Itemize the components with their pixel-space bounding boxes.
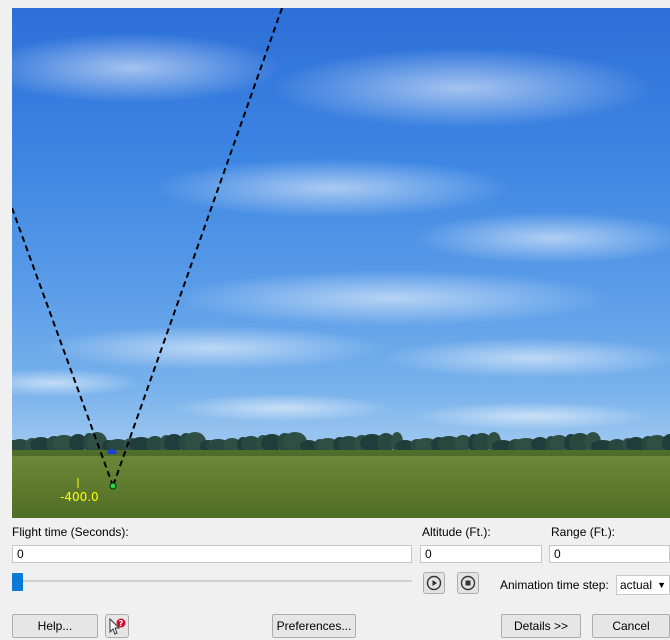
cloud	[412, 212, 670, 264]
whats-this-help-icon: ?	[109, 617, 126, 635]
details-button[interactable]: Details >>	[501, 614, 581, 638]
stop-icon	[460, 575, 476, 591]
svg-text:?: ?	[119, 619, 124, 628]
altitude-marker-label: -400.0	[60, 490, 99, 504]
cloud	[12, 369, 142, 397]
cloud	[12, 33, 282, 103]
range-label: Range (Ft.):	[551, 525, 616, 539]
flight-time-label: Flight time (Seconds):	[12, 525, 129, 539]
dropdown-arrow-icon: ▼	[657, 580, 666, 590]
help-button[interactable]: Help...	[12, 614, 98, 638]
cancel-button[interactable]: Cancel	[592, 614, 670, 638]
animation-step-label: Animation time step:	[500, 578, 609, 592]
flight-time-field[interactable]: 0	[12, 545, 412, 563]
context-help-button[interactable]: ?	[105, 614, 129, 638]
animation-step-select[interactable]: actual ▼	[616, 575, 670, 595]
flight-time-slider-track[interactable]	[12, 580, 412, 582]
flight-time-slider-thumb[interactable]	[12, 573, 23, 591]
tree-line	[12, 432, 670, 452]
altitude-label: Altitude (Ft.):	[422, 525, 491, 539]
stop-button[interactable]	[457, 572, 479, 594]
cloud	[272, 48, 652, 128]
play-icon	[426, 575, 442, 591]
cloud	[152, 158, 512, 218]
flight-visualization-view[interactable]: -400.0	[12, 8, 670, 518]
cloud	[172, 270, 612, 326]
range-field[interactable]: 0	[549, 545, 670, 563]
play-button[interactable]	[423, 572, 445, 594]
preferences-button[interactable]: Preferences...	[272, 614, 356, 638]
cloud	[382, 338, 670, 378]
cloud	[172, 394, 392, 422]
cloud	[42, 326, 382, 370]
cloud	[412, 402, 652, 430]
launch-point-marker	[109, 482, 117, 490]
altitude-field[interactable]: 0	[420, 545, 542, 563]
scene-graphics	[12, 8, 670, 518]
animation-step-value: actual	[620, 578, 653, 592]
